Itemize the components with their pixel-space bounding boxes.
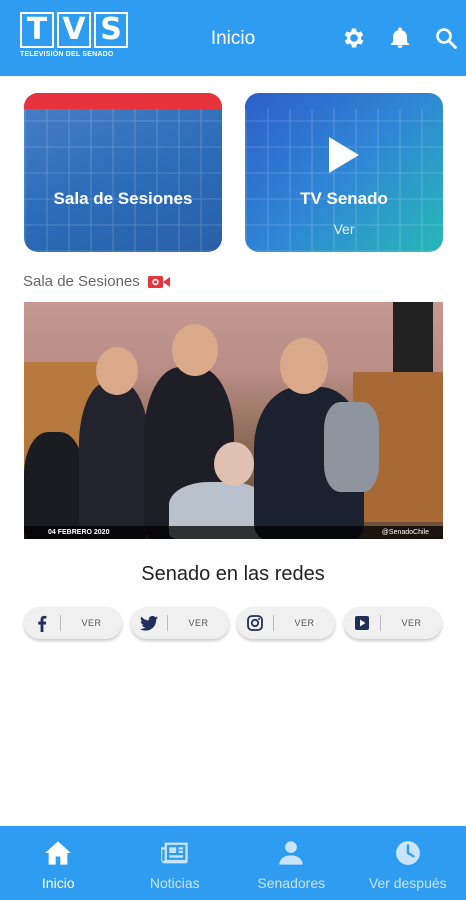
video-figure	[324, 402, 379, 492]
app-header: T V S TELEVISIÓN DEL SENADO Inicio	[0, 0, 466, 76]
social-buttons: VER VER VER VER	[24, 607, 443, 641]
live-video-player[interactable]: 04 FEBRERO 2020 @SenadoChile	[24, 302, 443, 539]
video-figure-head	[214, 442, 254, 486]
bell-icon[interactable]	[386, 24, 414, 52]
youtube-icon	[344, 616, 380, 630]
youtube-button[interactable]: VER	[344, 607, 442, 639]
twitter-icon	[131, 615, 167, 631]
card-background-image	[24, 109, 222, 252]
instagram-button[interactable]: VER	[237, 607, 335, 639]
nav-item-noticias[interactable]: Noticias	[117, 826, 234, 900]
section-heading: Sala de Sesiones	[23, 273, 170, 290]
video-handle: @SenadoChile	[381, 529, 429, 536]
card-title: Sala de Sesiones	[53, 189, 193, 208]
video-figure	[79, 382, 149, 539]
video-figure	[24, 432, 84, 539]
newspaper-icon	[160, 840, 190, 871]
nav-label: Inicio	[41, 875, 75, 891]
home-icon	[44, 840, 72, 871]
nav-item-senadores[interactable]: Senadores	[233, 826, 350, 900]
section-label: Sala de Sesiones	[23, 273, 140, 290]
social-button-label: VER	[81, 618, 102, 628]
video-date: 04 FEBRERO 2020	[48, 529, 110, 536]
nav-label: Noticias	[149, 875, 200, 891]
nav-item-inicio[interactable]: Inicio	[0, 826, 117, 900]
video-figure-head	[172, 324, 218, 376]
video-camera-icon	[147, 275, 170, 289]
gear-icon[interactable]	[340, 24, 368, 52]
nav-item-ver-despues[interactable]: Ver después	[350, 826, 466, 900]
social-button-label: VER	[401, 618, 422, 628]
nav-label: Ver después	[368, 875, 447, 891]
tv-senado-card[interactable]: TV Senado Ver	[245, 93, 443, 252]
video-caption-bar: 04 FEBRERO 2020 @SenadoChile	[24, 526, 443, 539]
sala-de-sesiones-card[interactable]: Sala de Sesiones	[24, 93, 222, 252]
instagram-icon	[237, 615, 273, 631]
card-accent-bar	[24, 93, 222, 109]
twitter-button[interactable]: VER	[131, 607, 229, 639]
logo-letter: S	[94, 12, 128, 48]
bottom-navigation: Inicio Noticias Senadores Ver después	[0, 826, 466, 900]
nav-label: Senadores	[257, 875, 326, 891]
logo-letter: V	[57, 12, 91, 48]
facebook-button[interactable]: VER	[24, 607, 122, 639]
social-button-label: VER	[294, 618, 315, 628]
tvs-logo: T V S TELEVISIÓN DEL SENADO	[20, 12, 130, 64]
person-icon	[277, 840, 305, 871]
logo-letter: T	[20, 12, 54, 48]
search-icon[interactable]	[432, 24, 460, 52]
video-figure-head	[96, 347, 138, 395]
video-figure-head	[280, 338, 328, 394]
logo-subtitle: TELEVISIÓN DEL SENADO	[20, 51, 114, 58]
card-subtitle: Ver	[333, 221, 355, 237]
video-monitor	[393, 302, 433, 372]
card-title: TV Senado	[300, 189, 388, 208]
play-icon	[329, 137, 359, 173]
social-button-label: VER	[188, 618, 209, 628]
clock-icon	[394, 840, 422, 871]
facebook-icon	[24, 615, 60, 632]
social-section-title: Senado en las redes	[141, 563, 325, 585]
